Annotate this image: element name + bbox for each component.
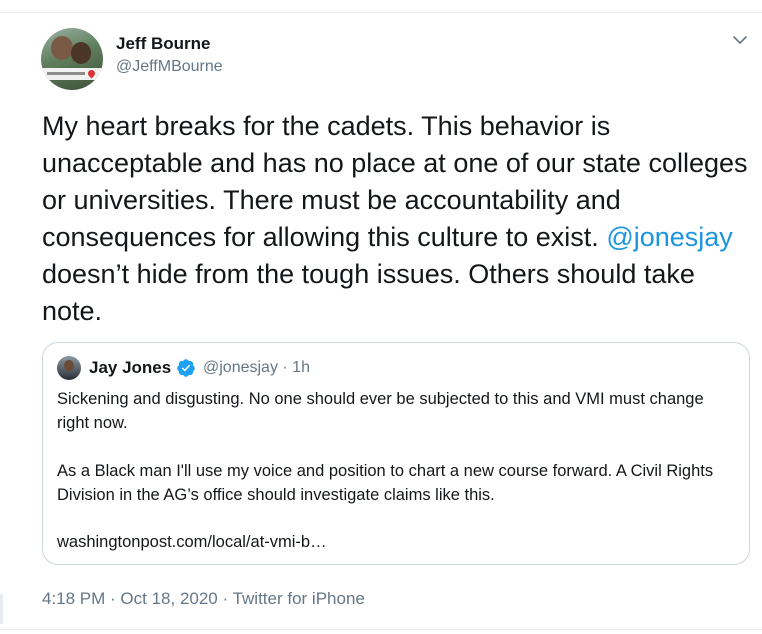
bottom-divider: [0, 629, 762, 630]
verified-badge-icon: [177, 359, 195, 377]
quoted-tweet-age[interactable]: 1h: [292, 359, 310, 376]
left-edge-marker: [0, 594, 3, 624]
mention-link[interactable]: @jonesjay: [606, 222, 732, 252]
quoted-tweet-link[interactable]: washingtonpost.com/local/at-vmi-b…: [57, 533, 327, 552]
tweet-timestamp-row: 4:18 PM · Oct 18, 2020 · Twitter for iPh…: [42, 589, 365, 609]
tweet-time[interactable]: 4:18 PM: [42, 589, 105, 608]
quoted-author-handle[interactable]: @jonesjay: [203, 359, 278, 376]
quoted-tweet-card[interactable]: Jay Jones @jonesjay · 1h Sickening and d…: [42, 342, 750, 565]
quoted-tweet-meta: @jonesjay · 1h: [203, 359, 310, 377]
quoted-tweet-text: Sickening and disgusting. No one should …: [57, 387, 737, 531]
tweet-source[interactable]: Twitter for iPhone: [233, 589, 365, 608]
quoted-tweet-paragraph-1: Sickening and disgusting. No one should …: [57, 390, 704, 432]
tweet-date[interactable]: Oct 18, 2020: [120, 589, 217, 608]
author-display-name[interactable]: Jeff Bourne: [116, 34, 210, 54]
quoted-tweet-paragraph-2: As a Black man I'll use my voice and pos…: [57, 462, 714, 504]
top-divider: [0, 12, 762, 13]
chevron-down-icon[interactable]: [732, 34, 748, 46]
timestamp-separator-1: ·: [105, 589, 121, 608]
tweet-text: My heart breaks for the cadets. This beh…: [42, 108, 752, 330]
quoted-author-display-name[interactable]: Jay Jones: [89, 358, 171, 378]
quoted-author-avatar[interactable]: [57, 356, 81, 380]
author-handle[interactable]: @JeffMBourne: [116, 58, 223, 76]
tweet-text-tail: doesn’t hide from the tough issues. Othe…: [42, 259, 695, 326]
timestamp-separator-2: ·: [217, 589, 233, 608]
author-avatar[interactable]: [41, 28, 103, 90]
meta-separator: ·: [277, 359, 293, 376]
